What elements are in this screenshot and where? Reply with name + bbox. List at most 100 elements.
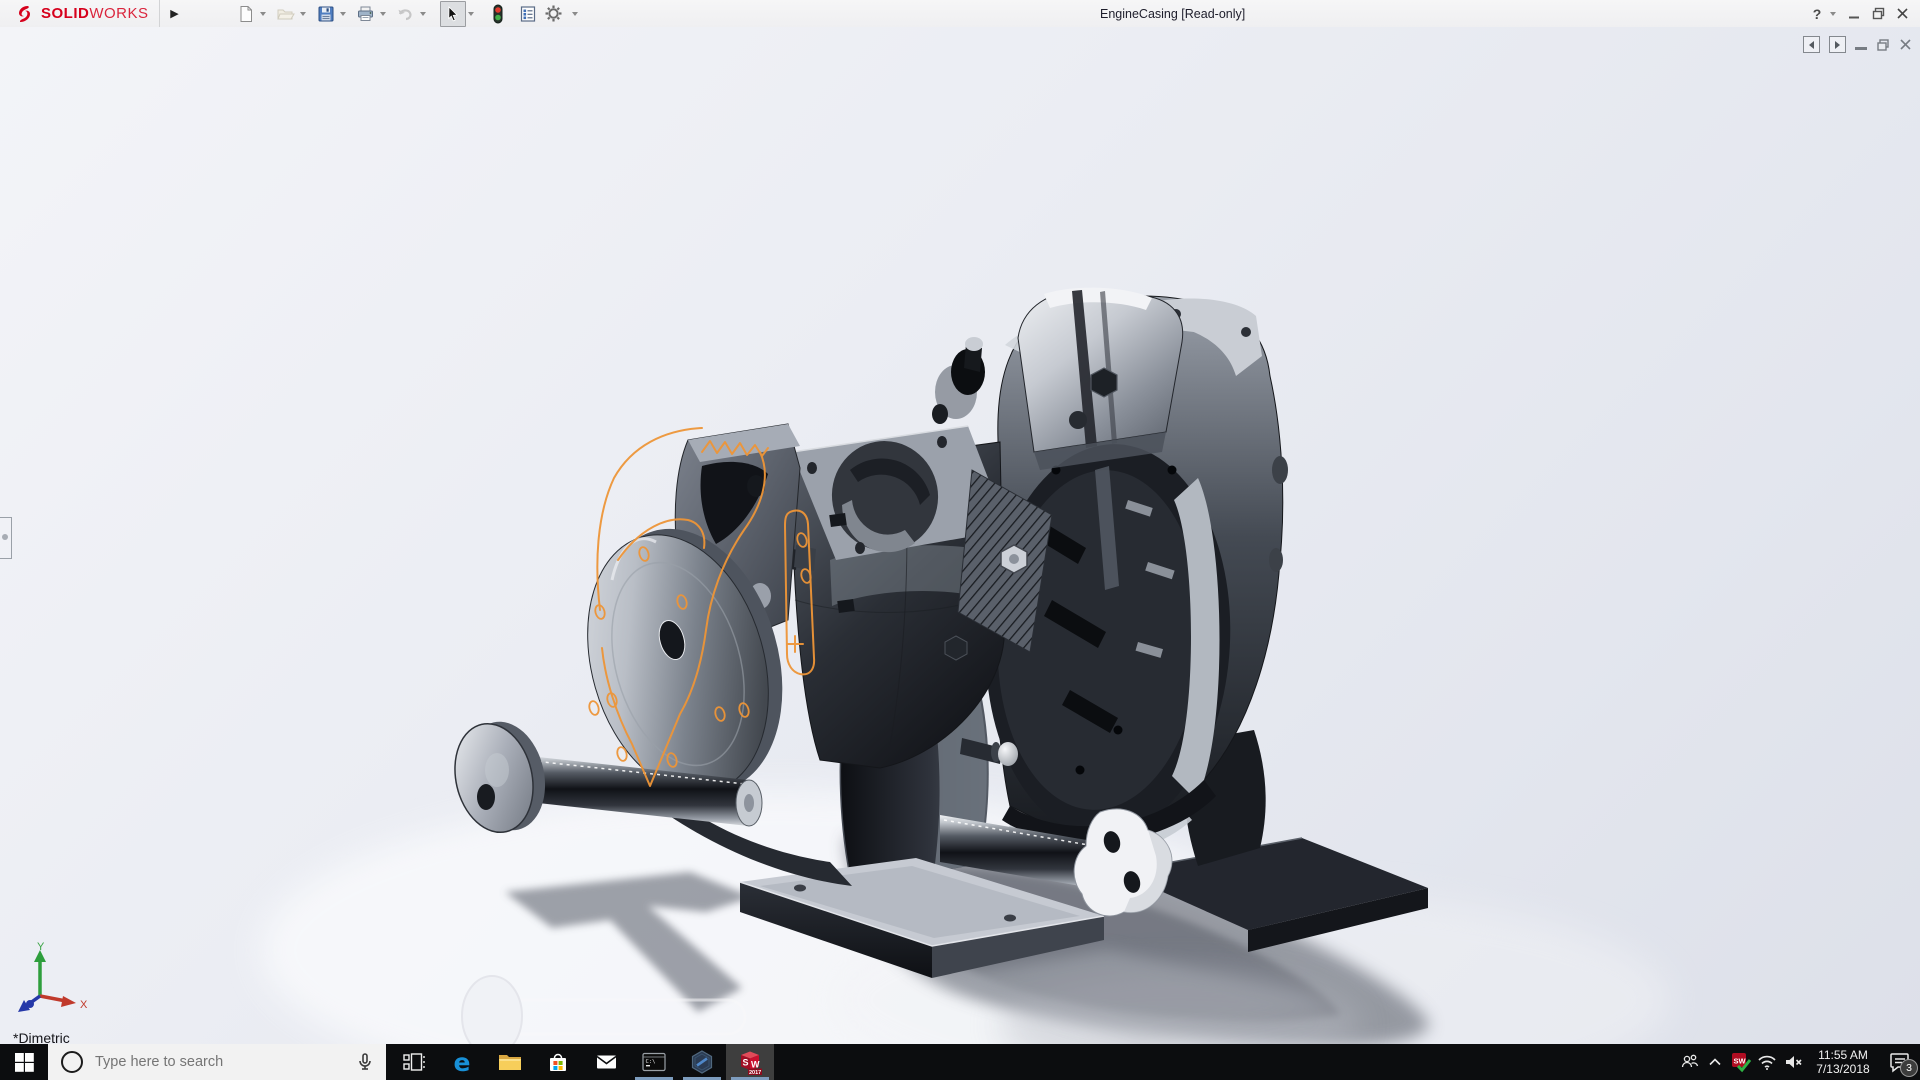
notification-badge: 3 (1900, 1059, 1918, 1077)
carb-fittings (932, 337, 985, 424)
task-view-button[interactable] (390, 1044, 438, 1080)
new-button[interactable] (234, 2, 258, 26)
orientation-triad: Y X (18, 941, 88, 1012)
graphics-viewport[interactable]: Y X *Dimetric (0, 27, 1920, 1046)
people-button[interactable] (1676, 1044, 1702, 1080)
taskbar-clock[interactable]: 11:55 AM 7/13/2018 (1810, 1048, 1876, 1076)
restore-icon (1872, 7, 1884, 20)
document-window-controls (1803, 36, 1912, 53)
solidworks-2017-icon: S W 2017 (741, 1051, 762, 1076)
pane-left-icon (1809, 40, 1814, 49)
search-input[interactable] (93, 1053, 327, 1071)
chevron-up-icon (1709, 1058, 1721, 1066)
store-button[interactable] (534, 1044, 582, 1080)
minimize-icon (1849, 16, 1859, 18)
splitter-dot-icon (2, 534, 8, 540)
engine-casing-model[interactable] (0, 27, 1920, 1044)
print-button[interactable] (354, 2, 378, 26)
select-button[interactable] (439, 0, 466, 27)
clock-date: 7/13/2018 (1816, 1062, 1870, 1076)
window-controls: ? (1806, 0, 1914, 27)
close-icon (1896, 8, 1908, 19)
solidworks-logo: SOLIDWORKS (0, 0, 160, 27)
windows-taskbar: e (0, 1044, 1920, 1080)
open-dropdown[interactable] (299, 11, 306, 16)
solidworks-2017-button[interactable]: S W 2017 (726, 1044, 774, 1080)
mail-button[interactable] (582, 1044, 630, 1080)
save-icon (318, 6, 334, 21)
system-tray: SW 11:55 AM 7/13/2018 3 (1676, 1044, 1920, 1080)
rebuild-button[interactable] (486, 2, 510, 26)
doc-close-button[interactable] (1899, 38, 1912, 51)
tray-expand-button[interactable] (1702, 1044, 1728, 1080)
clock-time: 11:55 AM (1818, 1048, 1868, 1062)
brand-works: WORKS (89, 5, 149, 22)
print-dropdown[interactable] (379, 11, 386, 16)
wifi-icon (1758, 1055, 1776, 1070)
toolbar-flyout-button[interactable]: ▶ (164, 2, 186, 26)
people-icon (1681, 1054, 1699, 1068)
help-dropdown[interactable] (1830, 11, 1836, 16)
triad-y-label: Y (37, 941, 45, 953)
select-dropdown[interactable] (467, 11, 474, 16)
undo-icon (398, 8, 412, 20)
minimize-button[interactable] (1842, 2, 1866, 26)
microphone-icon[interactable] (354, 1051, 376, 1073)
pane-right-icon (1835, 40, 1840, 49)
doc-restore-button[interactable] (1876, 38, 1890, 52)
undo-dropdown[interactable] (419, 11, 426, 16)
options-dropdown[interactable] (571, 11, 578, 16)
close-button[interactable] (1890, 2, 1914, 26)
brand-solid: SOLID (41, 5, 90, 22)
file-explorer-icon (499, 1055, 521, 1070)
action-center-button[interactable]: 3 (1880, 1044, 1920, 1080)
sw-icon-s: S (743, 1058, 749, 1068)
mail-icon (596, 1055, 616, 1069)
cortana-icon (61, 1051, 83, 1073)
start-button[interactable] (0, 1044, 48, 1080)
sw-icon-year: 2017 (749, 1070, 761, 1076)
options-gear-icon (545, 5, 562, 22)
file-explorer-button[interactable] (486, 1044, 534, 1080)
edge-button[interactable]: e (438, 1044, 486, 1080)
solidworks-monitor-button[interactable]: SW (1728, 1044, 1754, 1080)
save-button[interactable] (314, 2, 338, 26)
help-button[interactable]: ? (1806, 2, 1830, 26)
command-prompt-button[interactable]: C:\ (630, 1044, 678, 1080)
network-button[interactable] (1754, 1044, 1780, 1080)
panel-splitter-handle[interactable] (0, 517, 12, 559)
doc-minimize-button[interactable] (1855, 47, 1867, 50)
hexagon-app-icon (691, 1050, 713, 1074)
command-prompt-icon: C:\ (642, 1052, 666, 1072)
screen: SOLIDWORKS ▶ EngineCasing [Read-only] ? … (0, 0, 1920, 1080)
solidworks-monitor-icon: SW (1732, 1053, 1752, 1073)
save-dropdown[interactable] (339, 11, 346, 16)
volume-muted-icon (1786, 1056, 1802, 1068)
taskbar-search[interactable] (48, 1044, 386, 1080)
sw-monitor-label: SW (1734, 1057, 1747, 1066)
document-title: EngineCasing [Read-only] (1100, 7, 1246, 21)
pane-right-button[interactable] (1829, 36, 1846, 53)
select-cursor-icon (447, 5, 458, 21)
store-icon (550, 1053, 566, 1071)
brand-name: SOLIDWORKS (41, 5, 149, 22)
open-button[interactable] (274, 2, 298, 26)
hexagon-app-button[interactable] (678, 1044, 726, 1080)
task-view-icon (403, 1053, 425, 1071)
file-properties-button[interactable] (516, 2, 540, 26)
rebuild-traffic-light-icon (493, 4, 503, 23)
windows-logo-icon (14, 1052, 34, 1072)
pane-left-button[interactable] (1803, 36, 1820, 53)
taskbar-apps: e C:\ S W 2017 (390, 1044, 774, 1080)
quick-access-toolbar (232, 0, 584, 27)
undo-button[interactable] (394, 2, 418, 26)
new-dropdown[interactable] (259, 11, 266, 16)
cmd-prompt-text: C:\ (646, 1059, 656, 1065)
options-button[interactable] (542, 2, 566, 26)
titlebar: SOLIDWORKS ▶ EngineCasing [Read-only] ? (0, 0, 1920, 28)
volume-button[interactable] (1780, 1044, 1806, 1080)
sw-icon-w: W (751, 1060, 760, 1070)
restore-button[interactable] (1866, 2, 1890, 26)
print-icon (358, 6, 374, 21)
new-document-icon (240, 5, 252, 22)
